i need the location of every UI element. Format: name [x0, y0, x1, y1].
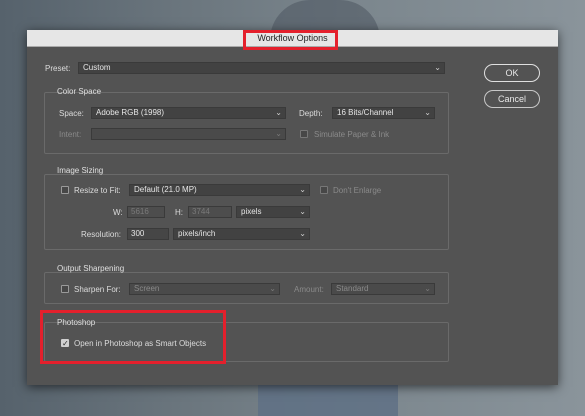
space-value: Adobe RGB (1998) [96, 108, 165, 117]
dont-enlarge-label: Don't Enlarge [333, 186, 382, 195]
chevron-down-icon: ⌄ [299, 229, 306, 238]
size-unit-value: pixels [241, 207, 262, 216]
resize-to-fit-label: Resize to Fit: [74, 186, 121, 195]
chevron-down-icon: ⌄ [299, 185, 306, 194]
amount-select[interactable]: Standard ⌄ [331, 283, 435, 295]
resolution-unit-value: pixels/inch [178, 229, 216, 238]
resize-to-fit-value: Default (21.0 MP) [134, 185, 197, 194]
sharpen-for-checkbox[interactable] [61, 285, 69, 293]
depth-label: Depth: [299, 109, 323, 118]
preset-value: Custom [83, 63, 111, 72]
simulate-paper-label: Simulate Paper & Ink [314, 130, 390, 139]
resize-to-fit-checkbox[interactable] [61, 186, 69, 194]
color-space-group [44, 92, 449, 154]
chevron-down-icon: ⌄ [424, 108, 431, 117]
sharpen-for-label: Sharpen For: [74, 285, 121, 294]
ok-button[interactable]: OK [484, 64, 540, 82]
sharpen-for-select[interactable]: Screen ⌄ [129, 283, 280, 295]
space-label: Space: [59, 109, 84, 118]
preset-select[interactable]: Custom ⌄ [78, 62, 445, 74]
sharpen-for-value: Screen [134, 284, 160, 293]
size-unit-select[interactable]: pixels ⌄ [236, 206, 310, 218]
width-label: W: [113, 208, 123, 217]
cancel-button[interactable]: Cancel [484, 90, 540, 108]
chevron-down-icon: ⌄ [424, 284, 431, 293]
photoshop-annotation-box [40, 310, 226, 364]
width-field[interactable]: 5616 [127, 206, 165, 218]
intent-label: Intent: [59, 130, 82, 139]
depth-select[interactable]: 16 Bits/Channel ⌄ [332, 107, 435, 119]
title-annotation-box [243, 30, 338, 50]
resolution-unit-select[interactable]: pixels/inch ⌄ [173, 228, 310, 240]
height-field[interactable]: 3744 [188, 206, 232, 218]
background-photo-shirt [258, 385, 398, 416]
image-sizing-title: Image Sizing [57, 166, 104, 175]
intent-select[interactable]: ⌄ [91, 128, 286, 140]
resolution-field[interactable]: 300 [127, 228, 169, 240]
amount-value: Standard [336, 284, 369, 293]
amount-label: Amount: [294, 285, 324, 294]
height-label: H: [175, 208, 183, 217]
output-sharpening-title: Output Sharpening [57, 264, 125, 273]
resize-to-fit-select[interactable]: Default (21.0 MP) ⌄ [129, 184, 310, 196]
preset-label: Preset: [45, 64, 71, 73]
resolution-label: Resolution: [81, 230, 122, 239]
depth-value: 16 Bits/Channel [337, 108, 394, 117]
color-space-title: Color Space [57, 87, 102, 96]
dont-enlarge-checkbox[interactable] [320, 186, 328, 194]
chevron-down-icon: ⌄ [275, 129, 282, 138]
chevron-down-icon: ⌄ [299, 207, 306, 216]
space-select[interactable]: Adobe RGB (1998) ⌄ [91, 107, 286, 119]
chevron-down-icon: ⌄ [275, 108, 282, 117]
simulate-paper-checkbox[interactable] [300, 130, 308, 138]
chevron-down-icon: ⌄ [434, 63, 441, 72]
chevron-down-icon: ⌄ [269, 284, 276, 293]
